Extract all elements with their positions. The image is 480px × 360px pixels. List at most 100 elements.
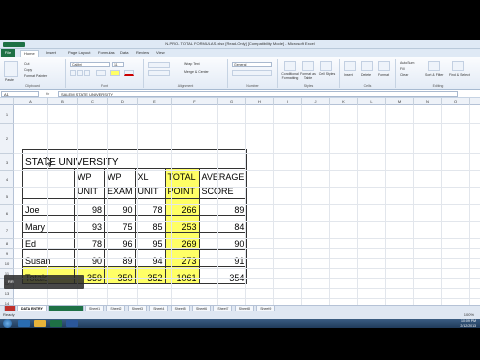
- font-size-select[interactable]: 11: [112, 62, 124, 67]
- autosum-button[interactable]: AutoSum: [400, 61, 414, 65]
- column-header-p[interactable]: P: [470, 98, 480, 105]
- font-name-select[interactable]: Calibri: [70, 62, 110, 67]
- cut-button[interactable]: Cut: [24, 62, 29, 66]
- tab-view[interactable]: View: [156, 50, 165, 56]
- bold-button[interactable]: [70, 70, 76, 76]
- column-header-d[interactable]: D: [108, 98, 138, 105]
- column-header-h[interactable]: H: [246, 98, 274, 105]
- row-header-5[interactable]: 5: [0, 188, 14, 205]
- column-header-b[interactable]: B: [48, 98, 78, 105]
- student-name-cell[interactable]: Ed: [22, 232, 75, 250]
- row-header-8[interactable]: 8: [0, 239, 14, 249]
- row-header-1[interactable]: 1: [0, 105, 14, 124]
- wrap-text-button[interactable]: Wrap Text: [184, 62, 200, 66]
- explorer-icon[interactable]: [34, 320, 46, 327]
- tab-insert[interactable]: Insert: [46, 50, 56, 56]
- excel-taskbar-icon[interactable]: [50, 320, 62, 327]
- column-header-n[interactable]: N: [414, 98, 442, 105]
- row-header-7[interactable]: 7: [0, 222, 14, 239]
- header-cell[interactable]: WP EXAM: [104, 168, 136, 199]
- grid-line: [14, 123, 480, 124]
- tab-data[interactable]: Data: [120, 50, 128, 56]
- column-header-j[interactable]: J: [302, 98, 330, 105]
- name-box[interactable]: A1: [1, 91, 39, 97]
- column-header-m[interactable]: M: [386, 98, 414, 105]
- score-cell[interactable]: 90: [198, 232, 248, 250]
- student-name-cell[interactable]: Mary: [22, 215, 75, 233]
- word-taskbar-icon[interactable]: [66, 320, 78, 327]
- column-header-o[interactable]: O: [442, 98, 470, 105]
- score-cell[interactable]: 95: [134, 232, 166, 250]
- header-cell[interactable]: AVERAGE SCORE: [198, 168, 248, 199]
- horizontal-align-buttons[interactable]: [148, 70, 170, 76]
- find-select-button[interactable]: [452, 61, 464, 71]
- score-cell[interactable]: 85: [134, 215, 166, 233]
- total-cell[interactable]: 352: [134, 266, 166, 284]
- row-header-9[interactable]: 9: [0, 249, 14, 259]
- italic-button[interactable]: [77, 70, 83, 76]
- score-cell[interactable]: 78: [74, 232, 105, 250]
- conditional-formatting-button[interactable]: [284, 61, 296, 71]
- clear-button[interactable]: Clear: [400, 73, 408, 77]
- fx-icon[interactable]: fx: [46, 91, 49, 96]
- row-header-4[interactable]: 4: [0, 171, 14, 188]
- column-header-c[interactable]: C: [78, 98, 108, 105]
- tab-review[interactable]: Review: [136, 50, 149, 56]
- column-header-k[interactable]: K: [330, 98, 358, 105]
- score-cell[interactable]: 93: [74, 215, 105, 233]
- fill-color-button[interactable]: [110, 70, 120, 76]
- tab-home[interactable]: Home: [20, 50, 39, 57]
- format-painter-button[interactable]: Format Painter: [24, 74, 47, 78]
- formula-input[interactable]: SALEM STATE UNIVERSITY: [58, 91, 458, 97]
- format-as-table-button[interactable]: [302, 61, 314, 71]
- row-header-13[interactable]: 13: [0, 289, 14, 299]
- delete-cells-button[interactable]: [361, 61, 373, 71]
- score-cell[interactable]: 84: [198, 215, 248, 233]
- start-button-icon[interactable]: [3, 319, 12, 328]
- tab-page-layout[interactable]: Page Layout: [68, 50, 90, 56]
- font-color-button[interactable]: [124, 70, 134, 76]
- insert-cells-button[interactable]: [344, 61, 356, 71]
- student-name-cell[interactable]: Joe: [22, 198, 75, 216]
- column-header-l[interactable]: L: [358, 98, 386, 105]
- tab-formulas[interactable]: Formulas: [98, 50, 115, 56]
- column-header-f[interactable]: F: [172, 98, 218, 105]
- fill-button[interactable]: Fill: [400, 67, 404, 71]
- zoom-level[interactable]: 100%: [464, 312, 474, 317]
- column-header-e[interactable]: E: [138, 98, 172, 105]
- column-header-g[interactable]: G: [218, 98, 246, 105]
- header-row: WP UNIT WP EXAM XL UNIT TOTAL POINT AVERAGE …: [22, 168, 248, 199]
- header-cell[interactable]: XL UNIT: [134, 168, 166, 199]
- merge-center-button[interactable]: Merge & Center: [184, 70, 209, 74]
- select-all-corner[interactable]: [0, 98, 14, 105]
- total-cell[interactable]: 350: [104, 266, 136, 284]
- row-header-10[interactable]: 10: [0, 259, 14, 269]
- row-header-2[interactable]: 2: [0, 124, 14, 154]
- paste-button[interactable]: [4, 61, 18, 77]
- row-header-6[interactable]: 6: [0, 205, 14, 222]
- total-cell[interactable]: 354: [198, 266, 248, 284]
- score-cell[interactable]: 90: [104, 198, 136, 216]
- column-header-i[interactable]: I: [274, 98, 302, 105]
- score-cell[interactable]: 78: [134, 198, 166, 216]
- score-cell[interactable]: 98: [74, 198, 105, 216]
- underline-button[interactable]: [84, 70, 90, 76]
- number-format-select[interactable]: General: [232, 62, 272, 67]
- score-cell[interactable]: 75: [104, 215, 136, 233]
- format-cells-button[interactable]: [378, 61, 390, 71]
- score-cell[interactable]: 96: [104, 232, 136, 250]
- column-header-a[interactable]: A: [14, 98, 48, 105]
- tab-file[interactable]: File: [1, 49, 15, 57]
- header-cell[interactable]: WP UNIT: [74, 168, 105, 199]
- score-cell[interactable]: 89: [198, 198, 248, 216]
- copy-button[interactable]: Copy: [24, 68, 32, 72]
- cell-styles-button[interactable]: [320, 61, 332, 71]
- header-cell[interactable]: [22, 168, 75, 199]
- borders-button[interactable]: [96, 70, 106, 76]
- grid-line: [385, 105, 386, 305]
- number-format-buttons[interactable]: [232, 70, 272, 76]
- row-header-3[interactable]: 3: [0, 154, 14, 171]
- vertical-align-buttons[interactable]: [148, 62, 170, 68]
- sort-filter-button[interactable]: [428, 61, 440, 71]
- ie-icon[interactable]: [18, 320, 30, 327]
